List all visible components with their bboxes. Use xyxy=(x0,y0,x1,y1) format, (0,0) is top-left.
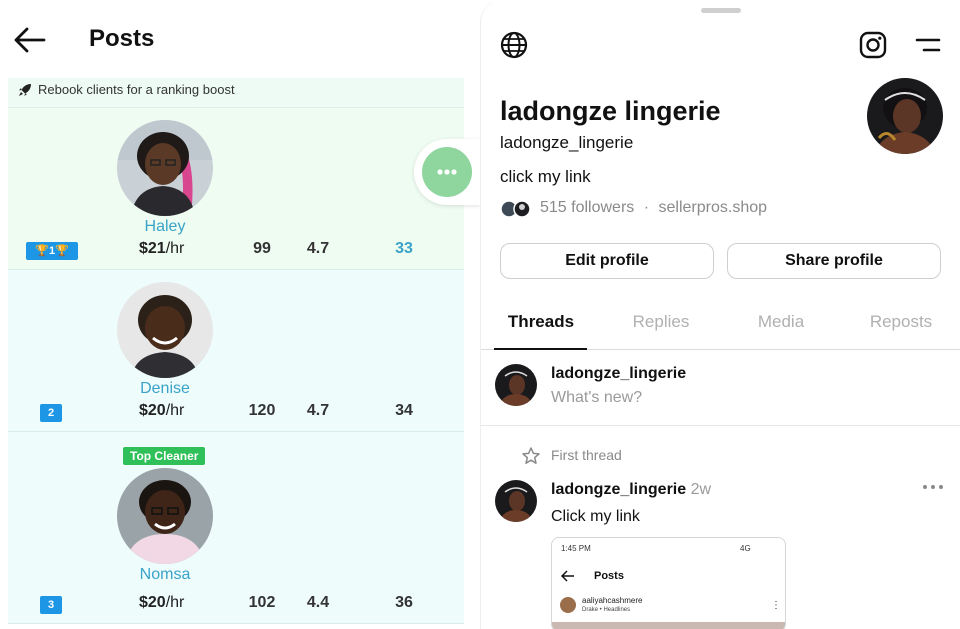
threads-profile-sheet: ladongze lingerie ladongze_lingerie clic… xyxy=(480,0,960,629)
rating-value: 4.7 xyxy=(306,240,330,257)
cleaner-list: Rebook clients for a ranking boost Haley… xyxy=(8,78,464,629)
sheet-drag-handle[interactable] xyxy=(701,8,741,13)
review-count: 99 xyxy=(253,240,271,257)
embed-status-time: 1:45 PM xyxy=(561,544,591,553)
cleaner-app-panel: Posts Rebook clients for a ranking boost xyxy=(0,0,480,629)
globe-icon[interactable] xyxy=(500,31,528,59)
trophy-icon: 🏆 xyxy=(35,245,49,257)
cleaner-row[interactable]: Haley 🏆1🏆 $21/hr 99 4.7 33 xyxy=(8,108,464,270)
thread-composer[interactable]: ladongze_lingerie What's new? xyxy=(481,351,960,426)
menu-icon[interactable] xyxy=(915,37,941,53)
profile-display-name: ladongze lingerie xyxy=(500,96,721,126)
tab-threads[interactable]: Threads xyxy=(481,312,601,332)
post-image-screenshot[interactable]: 1:45 PM 4G Posts aaliyahcashmere Drake •… xyxy=(551,537,786,629)
thread-post[interactable]: ladongze_lingerie 2w Click my link 1:45 … xyxy=(481,478,960,629)
avatar[interactable] xyxy=(495,480,537,522)
embed-title: Posts xyxy=(594,570,624,582)
tab-replies[interactable]: Replies xyxy=(601,312,721,332)
cleaner-avatar[interactable] xyxy=(117,468,213,564)
cleaner-name[interactable]: Haley xyxy=(98,218,232,236)
rank-badge: 2 xyxy=(40,404,62,422)
avatar[interactable] xyxy=(495,364,537,406)
cleaner-row[interactable]: Top Cleaner Nomsa 3 $20/hr 102 4.4 36 xyxy=(8,432,464,624)
embed-signal: 4G xyxy=(740,544,751,553)
rank-badge: 🏆1🏆 xyxy=(26,242,78,260)
separator-dot: · xyxy=(643,199,650,216)
trophy-icon: 🏆 xyxy=(55,245,69,257)
jobs-count: 36 xyxy=(395,594,413,611)
embed-photo-strip xyxy=(552,622,785,629)
avatar xyxy=(560,597,576,613)
profile-tabs: Threads Replies Media Reposts xyxy=(481,300,960,350)
profile-handle: ladongze_lingerie xyxy=(500,133,634,152)
rating-value: 4.4 xyxy=(306,594,330,611)
top-cleaner-badge: Top Cleaner xyxy=(123,447,206,465)
cleaner-avatar[interactable] xyxy=(117,282,213,378)
hourly-rate: $21/hr xyxy=(139,240,185,257)
instagram-icon[interactable] xyxy=(859,31,887,59)
jobs-count: 34 xyxy=(395,402,413,419)
ranking-boost-banner: Rebook clients for a ranking boost xyxy=(8,78,464,108)
profile-link[interactable]: sellerpros.shop xyxy=(659,199,768,216)
more-vertical-icon: ⋮ xyxy=(771,600,781,611)
embed-music: Drake • Headlines xyxy=(582,607,631,613)
composer-username: ladongze_lingerie xyxy=(551,365,687,382)
cleaner-name[interactable]: Denise xyxy=(98,380,232,398)
share-profile-button[interactable]: Share profile xyxy=(727,243,941,279)
embed-username: aaliyahcashmere xyxy=(582,596,643,605)
hourly-rate: $20/hr xyxy=(139,594,185,611)
tab-media[interactable]: Media xyxy=(721,312,841,332)
hourly-rate: $20/hr xyxy=(139,402,185,419)
profile-avatar[interactable] xyxy=(867,78,943,154)
more-dots-icon[interactable] xyxy=(922,482,944,492)
back-arrow-icon[interactable] xyxy=(12,26,46,54)
rocket-icon xyxy=(19,84,31,96)
review-count: 120 xyxy=(248,402,276,419)
cleaner-row[interactable]: Denise 2 $20/hr 120 4.7 34 xyxy=(8,270,464,432)
post-text: Click my link xyxy=(551,508,640,525)
cleaner-name[interactable]: Nomsa xyxy=(98,566,232,584)
cleaner-avatar[interactable] xyxy=(117,120,213,216)
more-options-button[interactable] xyxy=(422,147,472,197)
active-tab-indicator xyxy=(494,348,587,350)
review-count: 102 xyxy=(248,594,276,611)
composer-input[interactable]: What's new? xyxy=(551,389,642,407)
edit-profile-button[interactable]: Edit profile xyxy=(500,243,714,279)
rating-value: 4.7 xyxy=(306,402,330,419)
floating-action-container xyxy=(414,139,480,205)
banner-text: Rebook clients for a ranking boost xyxy=(38,82,235,97)
followers-count[interactable]: 515 followers xyxy=(540,199,634,216)
post-timestamp: 2w xyxy=(690,481,712,498)
app-header: Posts xyxy=(0,0,480,78)
back-arrow-icon xyxy=(561,570,574,582)
more-dots-icon xyxy=(437,169,457,175)
jobs-count: 33 xyxy=(395,240,413,257)
page-title: Posts xyxy=(89,25,155,52)
tab-reposts[interactable]: Reposts xyxy=(841,312,960,332)
post-username[interactable]: ladongze_lingerie 2w xyxy=(551,481,711,499)
star-icon xyxy=(522,447,540,464)
follower-avatars[interactable] xyxy=(500,199,536,219)
profile-bio: click my link xyxy=(500,167,591,186)
rank-badge: 3 xyxy=(40,596,62,614)
